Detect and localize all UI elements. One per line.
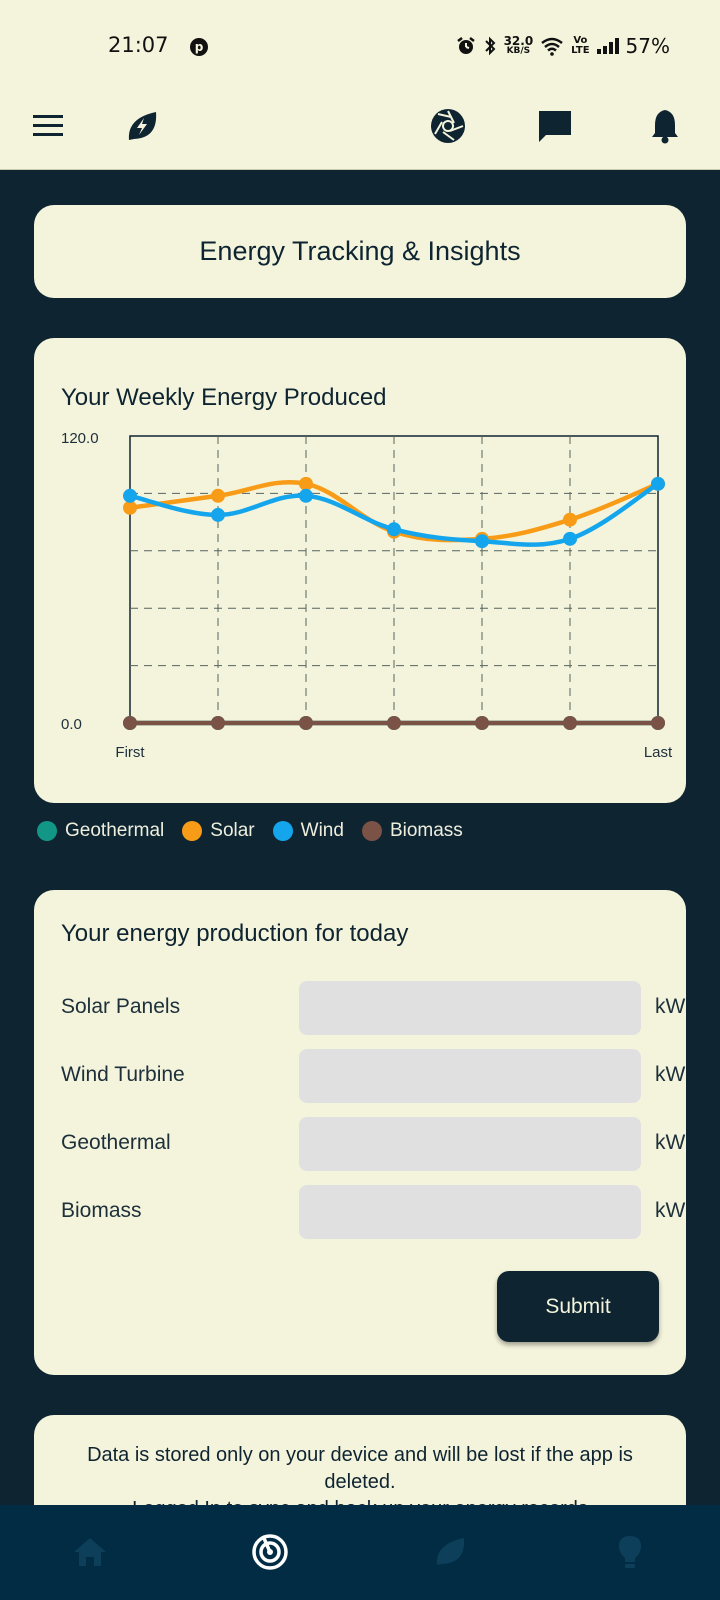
data-point-solar (123, 500, 137, 515)
page-title-card: Energy Tracking & Insights (34, 205, 686, 298)
info-text: Data is stored only on your device and w… (87, 1444, 633, 1493)
bell-icon[interactable] (645, 106, 685, 146)
nav-dashboard[interactable] (245, 1527, 295, 1577)
pinterest-icon: p (190, 38, 208, 56)
status-bar: 21:07 p 32.0 KB/S Vo LTE 57% (0, 0, 720, 88)
y-tick-label-min: 0.0 (61, 716, 82, 733)
data-point-wind (387, 522, 401, 537)
form-row-biomass: Biomass kW (61, 1185, 685, 1239)
form-row-solar: Solar Panels kW (61, 981, 685, 1035)
menu-icon[interactable] (28, 106, 68, 146)
solar-unit: kW (655, 995, 686, 1018)
weekly-energy-chart: 120.0 0.0 First Last (61, 430, 673, 761)
data-point-wind (123, 488, 137, 503)
bluetooth-icon (484, 36, 495, 56)
y-tick-label-max: 120.0 (61, 430, 99, 447)
legend-swatch (272, 821, 293, 841)
target-icon (252, 1534, 288, 1570)
solar-panels-input[interactable] (299, 981, 641, 1035)
signal-icon (596, 38, 619, 54)
data-point-wind (563, 531, 577, 546)
data-point-biomass (211, 716, 225, 730)
data-point-biomass (387, 716, 401, 730)
x-tick-label-first: First (115, 744, 145, 761)
form-row-geothermal: Geothermal kW (61, 1117, 685, 1171)
form-title: Your energy production for today (61, 920, 409, 947)
submit-button[interactable]: Submit (497, 1271, 659, 1342)
legend-item: Solar (182, 820, 255, 842)
wind-turbine-input[interactable] (299, 1049, 641, 1103)
data-point-wind (299, 488, 313, 503)
alarm-icon (456, 37, 475, 54)
biomass-input[interactable] (299, 1185, 641, 1239)
nav-home[interactable] (65, 1527, 115, 1577)
aperture-icon[interactable] (428, 106, 468, 146)
bottom-navigation (0, 1505, 720, 1600)
nav-eco[interactable] (425, 1527, 475, 1577)
data-point-solar (211, 488, 225, 503)
wind-unit: kW (655, 1063, 686, 1086)
legend-swatch (37, 821, 57, 841)
status-time: 21:07 (108, 33, 169, 57)
legend-item: Wind (272, 820, 344, 842)
page-title: Energy Tracking & Insights (199, 236, 521, 266)
lightbulb-icon (618, 1536, 642, 1568)
data-point-biomass (651, 716, 665, 730)
legend-label: Biomass (389, 820, 463, 841)
wind-turbine-label: Wind Turbine (61, 1063, 185, 1086)
home-icon (74, 1538, 106, 1566)
legend-item: Geothermal (37, 820, 164, 842)
chart-legend: Geothermal Solar Wind Biomass (37, 820, 472, 842)
data-point-solar (299, 476, 313, 491)
volte-indicator: Vo LTE (571, 35, 590, 56)
legend-swatch (182, 821, 203, 841)
leaf-bolt-icon[interactable] (122, 106, 162, 146)
solar-panels-label: Solar Panels (61, 995, 181, 1018)
today-production-card: Your energy production for today Solar P… (34, 890, 686, 1375)
battery-level: 57% (625, 34, 670, 58)
network-speed: 32.0 KB/S (503, 34, 534, 56)
legend-label: Wind (300, 820, 344, 841)
legend-label: Solar (210, 820, 255, 841)
data-point-biomass (123, 716, 137, 730)
weekly-energy-chart-card: Your Weekly Energy Produced 120.0 0.0 Firs… (34, 338, 686, 803)
status-icons: 32.0 KB/S Vo LTE 57% (456, 34, 670, 58)
data-point-wind (211, 507, 225, 522)
biomass-unit: kW (655, 1199, 686, 1222)
data-point-biomass (475, 716, 489, 730)
data-point-wind (651, 476, 665, 491)
legend-label: Geothermal (65, 820, 165, 841)
leaf-icon (436, 1538, 465, 1565)
geothermal-input[interactable] (299, 1117, 641, 1171)
legend-item: Biomass (361, 820, 463, 842)
geothermal-label: Geothermal (61, 1131, 171, 1154)
biomass-label: Biomass (61, 1199, 142, 1222)
form-row-wind: Wind Turbine kW (61, 1049, 685, 1103)
x-tick-label-last: Last (644, 744, 673, 761)
geothermal-unit: kW (655, 1131, 686, 1154)
data-point-biomass (299, 716, 313, 730)
data-point-wind (475, 534, 489, 549)
top-app-bar (0, 88, 720, 170)
data-point-solar (563, 512, 577, 527)
chat-icon[interactable] (535, 106, 575, 146)
wifi-icon (541, 37, 563, 56)
nav-tips[interactable] (605, 1527, 655, 1577)
data-point-biomass (563, 716, 577, 730)
legend-swatch (361, 821, 382, 841)
